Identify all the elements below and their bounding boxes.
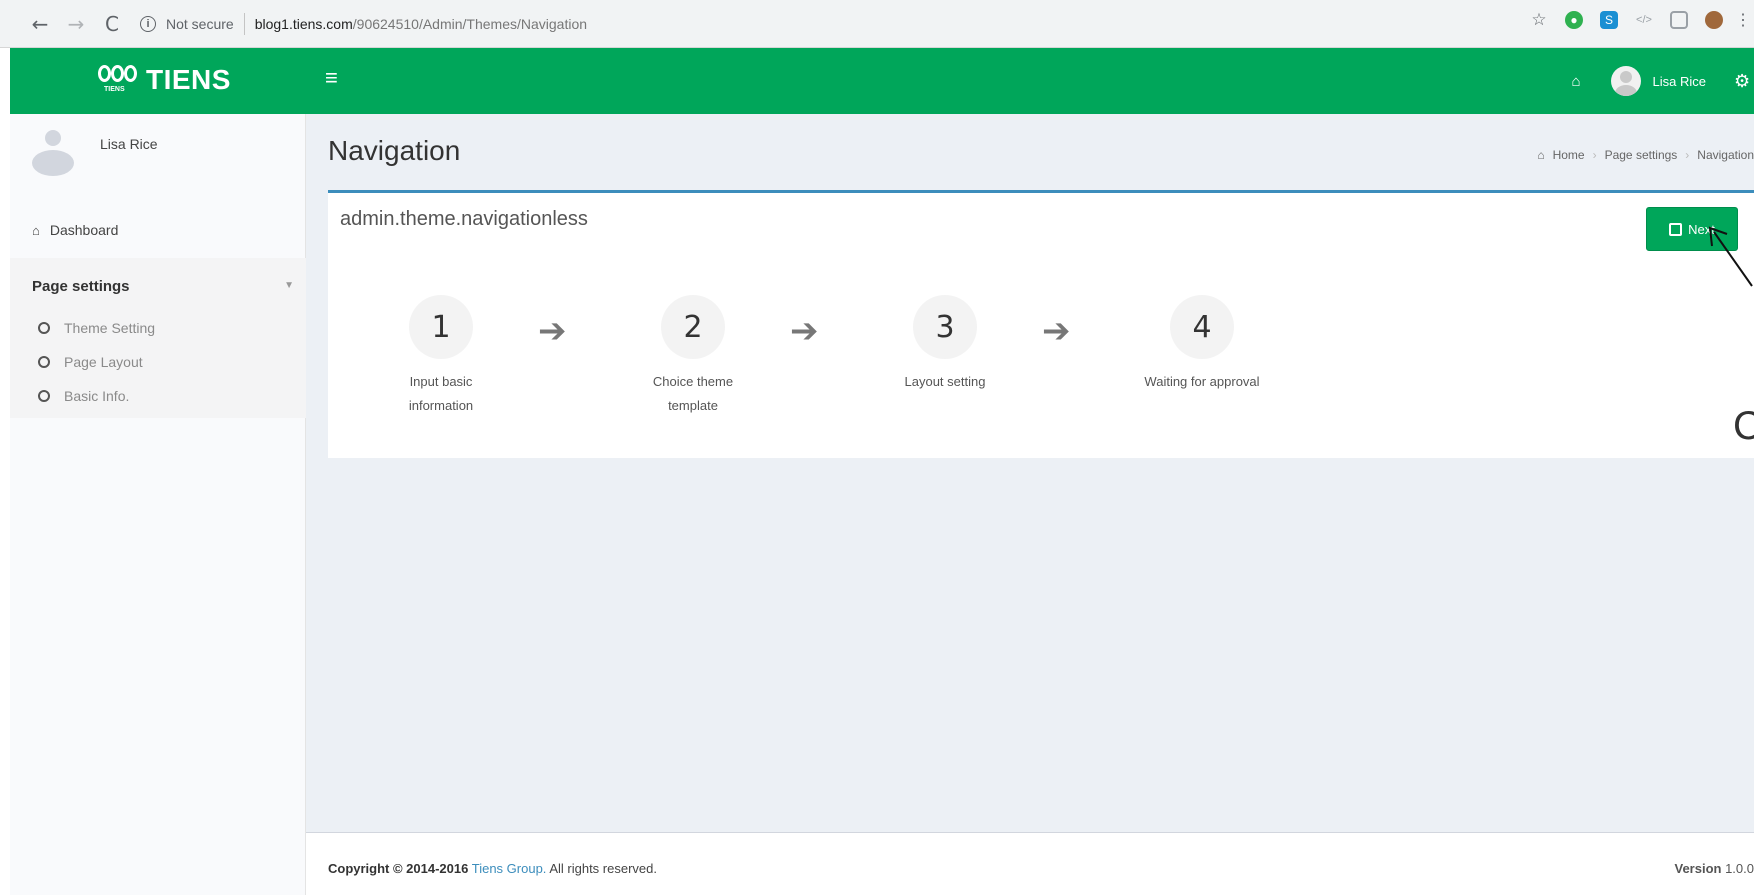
sidebar: Lisa Rice ⌂ Dashboard Page settings ▼ Th… [10, 114, 306, 895]
sidebar-item-dashboard[interactable]: ⌂ Dashboard [10, 210, 306, 250]
breadcrumb-current: Navigation [1697, 148, 1754, 162]
avatar[interactable] [1610, 66, 1641, 96]
extension-icons: ☆ ● S </> ⋮ [1530, 10, 1751, 30]
box-title: admin.theme.navigationless [340, 208, 588, 230]
step-3: 3 Layout setting [870, 295, 1020, 394]
sidebar-user-panel: Lisa Rice [10, 114, 306, 194]
breadcrumb: ⌂ Home › Page settings › Navigation [1537, 148, 1754, 162]
address-bar[interactable]: blog1.tiens.com/90624510/Admin/Themes/Na… [255, 16, 587, 32]
company-link[interactable]: Tiens Group. [472, 861, 547, 876]
sidebar-group-label: Page settings [32, 278, 130, 295]
url-divider [243, 12, 245, 35]
next-button-label: Next [1688, 221, 1715, 237]
version-info: Version 1.0.0 [1674, 861, 1754, 876]
green-circle-extension-icon[interactable]: ● [1565, 11, 1583, 29]
app-header: TIENS TIENS ≡ ⌂ Lisa Rice ⚙ [10, 48, 1754, 114]
logo-subtext: TIENS [104, 86, 125, 93]
breadcrumb-separator: › [1592, 148, 1597, 162]
header-user-name[interactable]: Lisa Rice [1653, 74, 1706, 89]
sidebar-item-label: Page Layout [64, 354, 143, 370]
breadcrumb-separator: › [1685, 148, 1690, 162]
gears-icon[interactable]: ⚙ [1734, 71, 1754, 92]
step-arrow-icon: ➔ [538, 311, 567, 351]
reload-icon[interactable]: C [98, 10, 126, 38]
step-label: Layout setting [904, 374, 986, 389]
step-label: Input basic information [408, 374, 474, 413]
home-icon[interactable]: ⌂ [1571, 73, 1580, 90]
wizard-steps: 1 Input basic information ➔ 2 Choice the… [328, 263, 1328, 433]
breadcrumb-page-settings[interactable]: Page settings [1605, 148, 1678, 162]
header-right: ⌂ Lisa Rice ⚙ [1571, 48, 1754, 114]
url-host: blog1.tiens.com [254, 15, 353, 32]
chevron-down-icon: ▼ [284, 280, 294, 291]
url-path: /90624510/Admin/Themes/Navigation [352, 15, 588, 32]
step-arrow-icon: ➔ [1042, 311, 1071, 351]
version-value: 1.0.0 [1725, 861, 1754, 876]
step-4: 4 Waiting for approval [1122, 295, 1282, 394]
page: ← → C i Not secure blog1.tiens.com/90624… [0, 0, 1754, 895]
callout-letter: C [1733, 404, 1754, 448]
kebab-menu-icon[interactable]: ⋮ [1735, 11, 1751, 29]
version-label: Version [1674, 861, 1722, 876]
circle-icon [38, 390, 50, 402]
copyright-prefix: Copyright © 2014-2016 [328, 861, 469, 876]
window-extension-icon[interactable] [1670, 11, 1688, 29]
sidebar-item-label: Basic Info. [64, 388, 130, 404]
sidebar-group-header[interactable]: Page settings ▼ [32, 278, 294, 295]
back-arrow-icon[interactable]: ← [26, 10, 54, 38]
sidebar-item-label: Dashboard [49, 222, 119, 238]
rights-text: All rights reserved. [549, 861, 657, 876]
info-icon: i [140, 15, 156, 32]
sidebar-item-page-layout[interactable]: Page Layout [38, 354, 143, 370]
user-avatar-icon [30, 130, 76, 176]
vpn-extension-icon[interactable]: </> [1635, 11, 1653, 29]
navigation-box: admin.theme.navigationless Next 1 Input … [328, 190, 1754, 458]
main-content: Navigation ⌂ Home › Page settings › Navi… [306, 114, 1754, 895]
save-icon [1669, 222, 1683, 236]
sidebar-item-theme-setting[interactable]: Theme Setting [38, 320, 155, 336]
step-2: 2 Choice theme template [618, 295, 768, 418]
step-number: 2 [661, 295, 725, 359]
page-title: Navigation [328, 135, 461, 166]
sidebar-item-basic-info[interactable]: Basic Info. [38, 388, 129, 404]
site-security-indicator[interactable]: i Not secure [140, 15, 234, 32]
circle-icon [38, 322, 50, 334]
copyright: Copyright © 2014-2016 Tiens Group. All r… [328, 861, 657, 876]
sidebar-user-name: Lisa Rice [100, 136, 158, 152]
security-label: Not secure [166, 15, 234, 32]
home-icon: ⌂ [1537, 148, 1545, 162]
step-label: Choice theme template [652, 374, 734, 413]
profile-picture-icon[interactable] [1705, 11, 1723, 29]
step-1: 1 Input basic information [366, 295, 516, 418]
step-arrow-icon: ➔ [790, 311, 819, 351]
step-number: 1 [409, 295, 473, 359]
breadcrumb-home[interactable]: Home [1553, 148, 1585, 162]
star-icon[interactable]: ☆ [1530, 10, 1548, 30]
logo-text: TIENS [146, 64, 231, 95]
next-button[interactable]: Next [1646, 207, 1738, 251]
menu-toggle-icon[interactable]: ≡ [325, 67, 338, 89]
circle-icon [38, 356, 50, 368]
sidebar-group-page-settings: Page settings ▼ Theme Setting Page Layou… [10, 258, 306, 418]
step-number: 4 [1170, 295, 1234, 359]
tiens-logo[interactable]: TIENS TIENS [98, 62, 231, 98]
step-label: Waiting for approval [1144, 374, 1260, 389]
footer: Copyright © 2014-2016 Tiens Group. All r… [306, 832, 1754, 895]
browser-toolbar: ← → C i Not secure blog1.tiens.com/90624… [0, 0, 1754, 48]
step-number: 3 [913, 295, 977, 359]
logo-mark-icon: TIENS [98, 62, 138, 98]
skype-extension-icon[interactable]: S [1600, 11, 1618, 29]
forward-arrow-icon[interactable]: → [62, 10, 90, 38]
sidebar-item-label: Theme Setting [64, 320, 156, 336]
dashboard-icon: ⌂ [32, 222, 40, 238]
